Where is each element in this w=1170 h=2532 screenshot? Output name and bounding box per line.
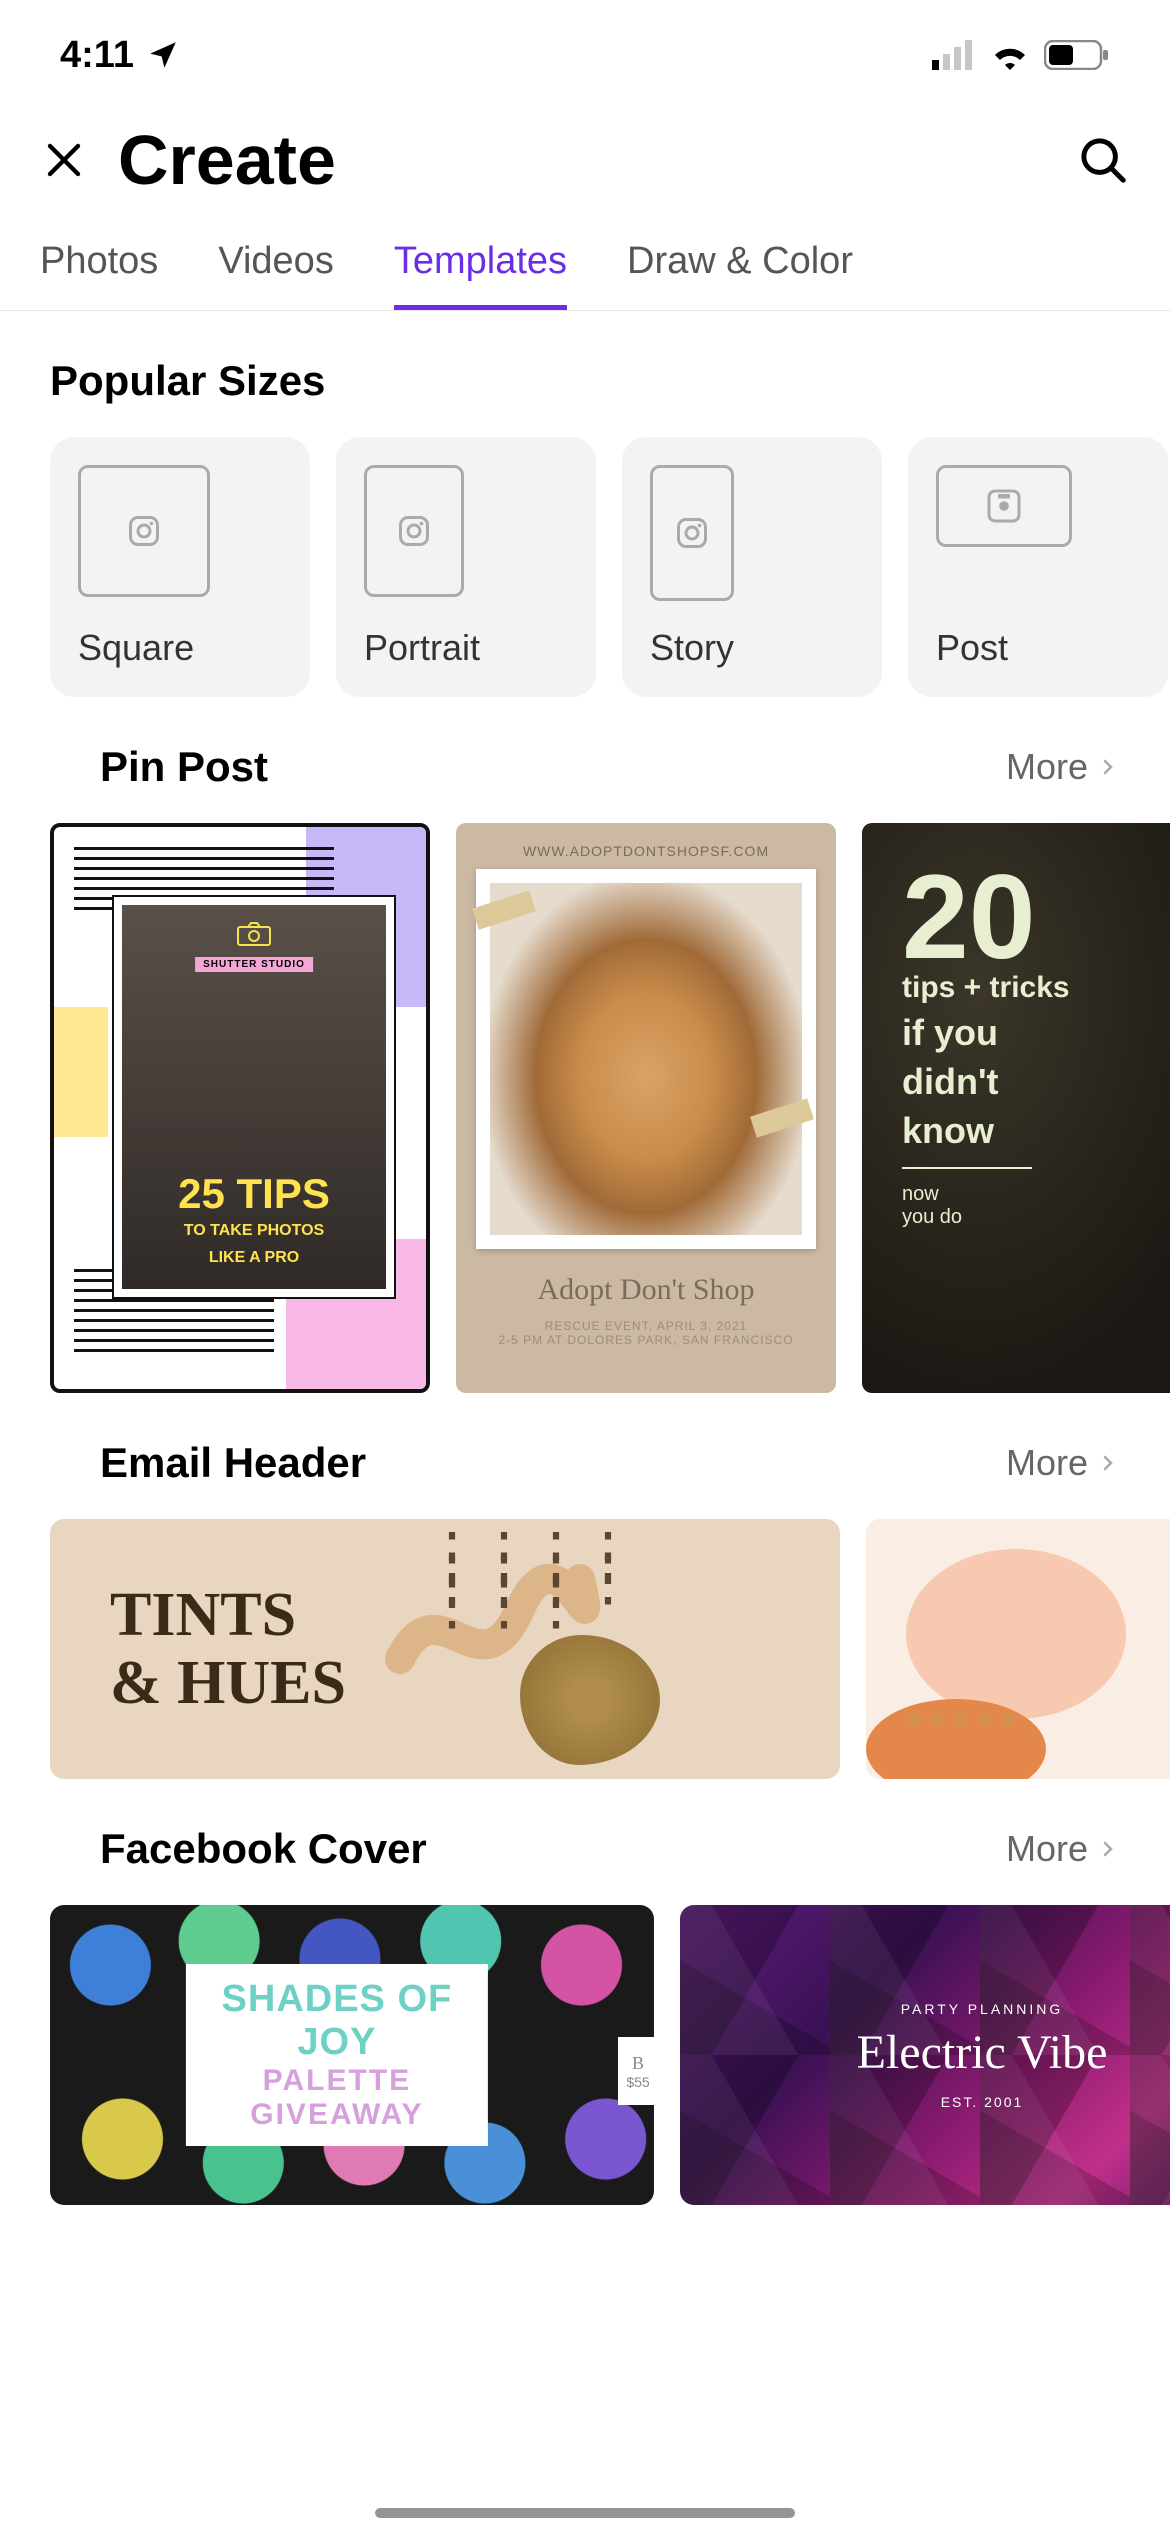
template-card[interactable]: PARTY PLANNING Electric Vibe EST. 2001 <box>680 1905 1170 2205</box>
card-sub1: RESCUE EVENT, APRIL 3, 2021 <box>476 1319 816 1333</box>
size-label: Portrait <box>364 627 568 669</box>
tips-headline: 25 TIPS <box>178 1173 330 1215</box>
wifi-icon <box>990 40 1030 70</box>
fb-title: Electric Vibe <box>857 2025 1108 2080</box>
big-number: 20 <box>902 863 1170 971</box>
section-title: Facebook Cover <box>50 1825 477 1873</box>
camera-icon <box>234 919 274 947</box>
dog-image <box>490 883 802 1235</box>
tips-sub2: LIKE A PRO <box>209 1248 299 1269</box>
text-line: know <box>902 1109 1170 1152</box>
template-card[interactable]: • • • • • H <box>866 1519 1170 1779</box>
size-card-post[interactable]: Post <box>908 437 1168 697</box>
battery-icon <box>1044 40 1110 70</box>
card-title: Adopt Don't Shop <box>476 1273 816 1307</box>
more-label: More <box>1006 1828 1088 1870</box>
section-title: Pin Post <box>50 743 318 791</box>
email-title: TINTS & HUES <box>110 1581 346 1717</box>
email-header-row[interactable]: ⋮⋮⋮⋮⋮⋮⋮⋮⋮⋮⋮ TINTS & HUES • • • • • H <box>0 1487 1170 1779</box>
size-label: Square <box>78 627 282 669</box>
studio-badge: SHUTTER STUDIO <box>195 957 313 972</box>
more-button[interactable]: More <box>1006 1828 1120 1870</box>
divider <box>902 1167 1032 1169</box>
pin-post-row[interactable]: SHUTTER STUDIO 25 TIPS TO TAKE PHOTOS LI… <box>0 791 1170 1393</box>
template-card[interactable]: SHUTTER STUDIO 25 TIPS TO TAKE PHOTOS LI… <box>50 823 430 1393</box>
size-card-square[interactable]: Square <box>50 437 310 697</box>
story-shape-icon <box>650 465 734 601</box>
chevron-right-icon <box>1096 1837 1120 1861</box>
post-shape-icon <box>936 465 1072 547</box>
dots-icon: • • • • • <box>906 1691 1013 1749</box>
section-facebook-cover: Facebook Cover More SHADES OF JOY PALETT… <box>0 1779 1170 2205</box>
now-line: you do <box>902 1206 1170 1229</box>
template-card[interactable]: SHADES OF JOY PALETTE GIVEAWAY B $55 <box>50 1905 654 2205</box>
tab-draw-color[interactable]: Draw & Color <box>627 240 853 310</box>
text-line: didn't <box>902 1060 1170 1103</box>
size-card-story[interactable]: Story <box>622 437 882 697</box>
card-sub2: 2-5 PM AT DOLORES PARK, SAN FRANCISCO <box>476 1333 816 1347</box>
tips-line: tips + tricks <box>902 971 1170 1005</box>
template-card[interactable]: 20 tips + tricks if you didn't know now … <box>862 823 1170 1393</box>
section-popular-sizes: Popular Sizes Square Portrait Story Post <box>0 311 1170 697</box>
more-button[interactable]: More <box>1006 746 1120 788</box>
section-pin-post: Pin Post More SHUTTER STUDIO 25 TIPS TO … <box>0 697 1170 1393</box>
now-line: now <box>902 1183 1170 1206</box>
photo-frame <box>476 869 816 1249</box>
cellular-icon <box>932 40 976 70</box>
status-bar: 4:11 <box>0 0 1170 110</box>
status-time: 4:11 <box>60 34 134 77</box>
chevron-right-icon <box>1096 1451 1120 1475</box>
url-text: WWW.ADOPTDONTSHOPSF.COM <box>476 843 816 859</box>
search-icon[interactable] <box>1076 133 1130 187</box>
tab-templates[interactable]: Templates <box>394 240 567 310</box>
section-email-header: Email Header More ⋮⋮⋮⋮⋮⋮⋮⋮⋮⋮⋮ TINTS & HU… <box>0 1393 1170 1779</box>
fb-line2: PALETTE GIVEAWAY <box>216 2064 458 2132</box>
header: Create <box>0 110 1170 230</box>
more-label: More <box>1006 1442 1088 1484</box>
text-box: SHADES OF JOY PALETTE GIVEAWAY <box>186 1964 488 2146</box>
chevron-right-icon <box>1096 755 1120 779</box>
price-tag: B $55 <box>618 2037 654 2105</box>
photo-frame: SHUTTER STUDIO 25 TIPS TO TAKE PHOTOS LI… <box>114 897 394 1297</box>
dots-icon: ⋮⋮⋮⋮⋮⋮⋮⋮⋮⋮⋮ <box>422 1543 630 1615</box>
location-arrow-icon <box>146 38 180 72</box>
more-button[interactable]: More <box>1006 1442 1120 1484</box>
section-title: Email Header <box>50 1439 416 1487</box>
home-indicator[interactable] <box>375 2508 795 2518</box>
size-card-portrait[interactable]: Portrait <box>336 437 596 697</box>
more-label: More <box>1006 746 1088 788</box>
portrait-shape-icon <box>364 465 464 597</box>
tabs: Photos Videos Templates Draw & Color <box>0 230 1170 311</box>
page-title: Create <box>118 120 1046 200</box>
template-card[interactable]: WWW.ADOPTDONTSHOPSF.COM Adopt Don't Shop… <box>456 823 836 1393</box>
fb-est: EST. 2001 <box>941 2094 1024 2110</box>
fb-top-line: PARTY PLANNING <box>901 2001 1064 2017</box>
template-card[interactable]: ⋮⋮⋮⋮⋮⋮⋮⋮⋮⋮⋮ TINTS & HUES <box>50 1519 840 1779</box>
text-line: if you <box>902 1011 1170 1054</box>
fb-line1: SHADES OF JOY <box>216 1978 458 2064</box>
glitter-blob-icon <box>520 1635 660 1765</box>
size-label: Story <box>650 627 854 669</box>
sizes-row[interactable]: Square Portrait Story Post <box>0 405 1170 697</box>
close-icon[interactable] <box>40 136 88 184</box>
size-label: Post <box>936 627 1140 669</box>
section-title: Popular Sizes <box>0 357 1170 405</box>
tab-photos[interactable]: Photos <box>40 240 158 310</box>
facebook-cover-row[interactable]: SHADES OF JOY PALETTE GIVEAWAY B $55 PAR… <box>0 1873 1170 2205</box>
tab-videos[interactable]: Videos <box>218 240 334 310</box>
tips-sub1: TO TAKE PHOTOS <box>184 1221 324 1242</box>
square-shape-icon <box>78 465 210 597</box>
